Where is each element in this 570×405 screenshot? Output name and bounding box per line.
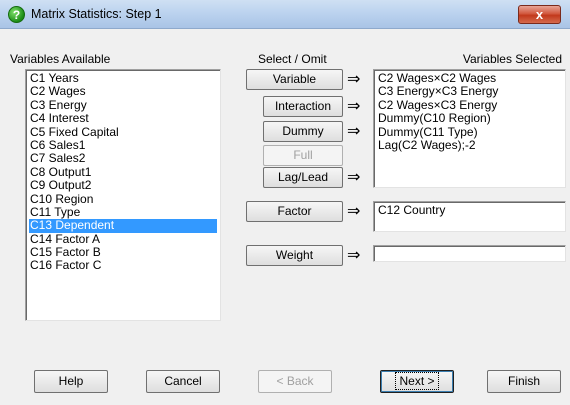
list-item[interactable]: C3 Energy×C3 Energy bbox=[377, 84, 562, 98]
arrow-icon: ⇒ bbox=[347, 169, 361, 186]
list-item[interactable]: C7 Sales2 bbox=[29, 151, 217, 165]
next-button[interactable]: Next > bbox=[380, 370, 454, 393]
interaction-button[interactable]: Interaction bbox=[263, 96, 343, 117]
dummy-button[interactable]: Dummy bbox=[263, 121, 343, 142]
list-item[interactable]: C16 Factor C bbox=[29, 259, 217, 273]
variables-available-label: Variables Available bbox=[10, 52, 111, 66]
variables-available-list[interactable]: C1 Years C2 Wages C3 Energy C4 Interest C5 F… bbox=[25, 69, 221, 321]
select-omit-label: Select / Omit bbox=[258, 52, 327, 66]
list-item[interactable]: C9 Output2 bbox=[29, 178, 217, 192]
arrow-icon: ⇒ bbox=[347, 247, 361, 264]
list-item[interactable]: C4 Interest bbox=[29, 111, 217, 125]
list-item[interactable]: C14 Factor A bbox=[29, 232, 217, 246]
list-item[interactable]: Dummy(C11 Type) bbox=[377, 125, 562, 139]
list-item[interactable]: C2 Wages bbox=[29, 84, 217, 98]
arrow-icon: ⇒ bbox=[347, 203, 361, 220]
list-item[interactable]: C6 Sales1 bbox=[29, 138, 217, 152]
arrow-icon: ⇒ bbox=[347, 98, 361, 115]
title-bar: ? Matrix Statistics: Step 1 x bbox=[0, 0, 570, 29]
list-item[interactable]: C10 Region bbox=[29, 192, 217, 206]
list-item[interactable]: Dummy(C10 Region) bbox=[377, 111, 562, 125]
list-item[interactable]: C15 Factor B bbox=[29, 245, 217, 259]
list-item[interactable]: C12 Country bbox=[377, 203, 562, 217]
list-item[interactable]: C8 Output1 bbox=[29, 165, 217, 179]
full-button[interactable]: Full bbox=[263, 145, 343, 166]
help-button[interactable]: Help bbox=[34, 370, 108, 393]
lag-lead-button[interactable]: Lag/Lead bbox=[263, 167, 343, 188]
help-circle-icon: ? bbox=[8, 6, 25, 23]
finish-button[interactable]: Finish bbox=[487, 370, 561, 393]
weight-field[interactable] bbox=[373, 245, 566, 262]
list-item[interactable]: C3 Energy bbox=[29, 98, 217, 112]
list-item[interactable]: C2 Wages×C2 Wages bbox=[377, 71, 562, 85]
factor-button[interactable]: Factor bbox=[246, 201, 343, 222]
arrow-icon: ⇒ bbox=[347, 123, 361, 140]
window-title: Matrix Statistics: Step 1 bbox=[31, 7, 162, 21]
variables-selected-list[interactable]: C2 Wages×C2 Wages C3 Energy×C3 Energy C2 W… bbox=[373, 69, 566, 188]
variable-button[interactable]: Variable bbox=[246, 69, 343, 90]
close-button[interactable]: x bbox=[518, 5, 561, 24]
list-item[interactable]: C5 Fixed Capital bbox=[29, 125, 217, 139]
list-item[interactable]: C1 Years bbox=[29, 71, 217, 85]
factor-list[interactable]: C12 Country bbox=[373, 201, 566, 232]
list-item[interactable]: C11 Type bbox=[29, 205, 217, 219]
variables-selected-label: Variables Selected bbox=[462, 52, 562, 66]
cancel-button[interactable]: Cancel bbox=[146, 370, 220, 393]
weight-button[interactable]: Weight bbox=[246, 245, 343, 266]
list-item[interactable]: Lag(C2 Wages);-2 bbox=[377, 138, 562, 152]
list-item[interactable]: C13 Dependent bbox=[29, 218, 217, 233]
list-item[interactable]: C2 Wages×C3 Energy bbox=[377, 98, 562, 112]
arrow-icon: ⇒ bbox=[347, 71, 361, 88]
back-button[interactable]: < Back bbox=[258, 370, 332, 393]
